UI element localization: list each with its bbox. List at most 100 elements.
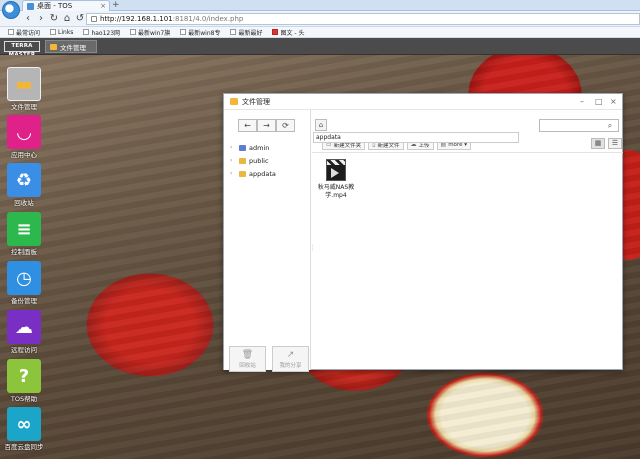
address-bar[interactable]: http://192.168.1.101:8181/4.0/index.php xyxy=(86,13,640,25)
desktop-icon[interactable]: ▬ 文件管理 xyxy=(4,67,44,111)
desktop-icon-label: 控制面板 xyxy=(11,248,37,256)
expand-arrow-icon[interactable]: › xyxy=(230,157,236,164)
bookmark-item[interactable]: hao123网 xyxy=(83,28,120,37)
tree-item-label: public xyxy=(249,156,269,165)
folder-icon xyxy=(230,98,238,105)
undo-icon[interactable]: ↺ xyxy=(74,13,86,25)
bookmark-label: Links xyxy=(58,28,74,36)
terramaster-logo[interactable]: TERRA MASTER xyxy=(4,41,40,58)
app-tile-icon: ≡ xyxy=(7,212,41,246)
forward-arrow-icon[interactable]: → xyxy=(257,119,276,132)
expand-arrow-icon[interactable]: › xyxy=(230,144,236,151)
share-icon: ↗ xyxy=(286,349,295,360)
my-share-button[interactable]: ↗ 我的分享 xyxy=(272,346,309,372)
desktop-icon[interactable]: ♻ 回收站 xyxy=(4,163,44,207)
folder-tree: › admin › public › appdata xyxy=(230,141,276,180)
search-icon[interactable]: ⌕ xyxy=(603,121,617,130)
forward-icon[interactable]: › xyxy=(35,13,47,25)
folder-icon xyxy=(239,157,246,164)
reload-icon[interactable]: ↻ xyxy=(48,13,60,25)
app-tile-icon: ☁ xyxy=(7,310,41,344)
bookmark-label: 最新win7旗 xyxy=(138,29,171,37)
desktop-icon[interactable]: ◡ 应用中心 xyxy=(4,115,44,159)
bookmark-item[interactable]: Links xyxy=(50,29,73,36)
browser-nav-bar: ‹ › ↻ ⌂ ↺ http://192.168.1.101:8181/4.0/… xyxy=(0,11,640,27)
taskbar-file-manager-button[interactable]: 文件管理 xyxy=(45,40,97,53)
bookmark-label: 最新win8专 xyxy=(188,29,221,37)
recycle-bin-button[interactable]: 🗑 回收站 xyxy=(229,346,266,372)
browser-title-bar: 桌面 - TOS × + xyxy=(0,0,640,11)
home-icon[interactable]: ⌂ xyxy=(61,13,73,25)
tab-close-icon[interactable]: × xyxy=(100,2,106,10)
back-icon[interactable]: ‹ xyxy=(22,13,34,25)
maximize-icon[interactable]: □ xyxy=(595,97,603,106)
main-pane: ⌂ ⌕ ▭ 新建文件夹 ▯ 新建文件 ☁ 上传 ▤ more ▾ appdata ▦ ☰ 秋马… xyxy=(312,110,623,370)
tree-item-admin[interactable]: › admin xyxy=(230,141,276,154)
browser-logo-icon[interactable] xyxy=(2,1,20,19)
tos-taskbar: TERRA MASTER 文件管理 xyxy=(0,38,640,58)
view-toggle: ▦ ☰ xyxy=(591,138,622,149)
window-title-bar[interactable]: 文件管理 xyxy=(224,94,622,110)
tree-item-public[interactable]: › public xyxy=(230,154,276,167)
side-button-label: 我的分享 xyxy=(279,362,302,369)
new-tab-button[interactable]: + xyxy=(112,0,120,11)
app-tile-icon: ▬ xyxy=(7,67,41,101)
bookmark-label: 最新最好 xyxy=(238,29,263,37)
bookmark-icon xyxy=(272,29,279,35)
video-file-icon xyxy=(326,159,346,181)
close-icon[interactable]: × xyxy=(610,97,617,106)
app-tile-icon: ◷ xyxy=(7,261,41,295)
side-button-label: 回收站 xyxy=(239,362,256,369)
desktop-icon[interactable]: ◷ 备份管理 xyxy=(4,261,44,305)
refresh-icon[interactable]: ⟳ xyxy=(276,119,295,132)
bookmarks-bar: 最常访问 Links hao123网 最新win7旗 最新win8专 最新最好 图文 - 头 xyxy=(0,27,640,38)
window-title: 文件管理 xyxy=(242,97,270,106)
search-input[interactable]: ⌕ xyxy=(539,119,619,132)
app-tile-icon: ♻ xyxy=(7,163,41,197)
trash-icon: 🗑 xyxy=(241,349,254,360)
bookmark-icon xyxy=(83,29,90,35)
app-tile-icon: ◡ xyxy=(7,115,41,149)
tree-item-label: admin xyxy=(249,143,270,152)
bookmark-item[interactable]: 最新win7旗 xyxy=(130,28,170,37)
bookmark-item[interactable]: 最新最好 xyxy=(230,28,262,37)
sidebar-bottom-buttons: 🗑 回收站 ↗ 我的分享 xyxy=(229,346,309,372)
page-icon xyxy=(91,16,97,22)
back-arrow-icon[interactable]: ← xyxy=(238,119,257,132)
desktop-icon[interactable]: ☁ 远程访问 xyxy=(4,310,44,354)
taskbar-file-manager-label: 文件管理 xyxy=(60,43,86,52)
tree-item-label: appdata xyxy=(249,169,276,178)
bookmark-icon xyxy=(130,29,137,35)
home-folder-icon[interactable]: ⌂ xyxy=(315,119,327,131)
path-input[interactable]: appdata xyxy=(313,132,519,143)
bookmark-label: 最常访问 xyxy=(16,29,41,37)
bookmark-item[interactable]: 图文 - 头 xyxy=(272,28,304,37)
minimize-icon[interactable]: – xyxy=(580,97,584,106)
desktop-icon[interactable]: ∞ 百度云盘同步 xyxy=(4,407,44,451)
tree-item-appdata[interactable]: › appdata xyxy=(230,167,276,180)
desktop-icon-label: 文件管理 xyxy=(11,103,37,111)
list-view-icon[interactable]: ☰ xyxy=(608,138,622,149)
folder-icon xyxy=(239,170,246,177)
desktop-icon[interactable]: ? TOS帮助 xyxy=(4,359,44,403)
browser-tab[interactable]: 桌面 - TOS × xyxy=(22,0,110,11)
bookmark-icon xyxy=(180,29,187,35)
file-manager-window: 文件管理 – □ × ← → ⟳ › admin › public › appdata 🗑… xyxy=(223,93,623,372)
app-tile-icon: ? xyxy=(7,359,41,393)
grid-view-icon[interactable]: ▦ xyxy=(591,138,605,149)
desktop-icon-label: 回收站 xyxy=(14,199,34,207)
sidebar: ← → ⟳ › admin › public › appdata 🗑 回收站 ↗ 我的分享 xyxy=(224,110,311,372)
expand-arrow-icon[interactable]: › xyxy=(230,170,236,177)
main-header: ⌂ ⌕ ▭ 新建文件夹 ▯ 新建文件 ☁ 上传 ▤ more ▾ appdata ▦ ☰ xyxy=(312,110,623,150)
app-tile-icon: ∞ xyxy=(7,407,41,441)
tab-favicon-icon xyxy=(27,2,34,10)
folder-icon xyxy=(239,144,246,151)
url-text: http://192.168.1.101:8181/4.0/index.php xyxy=(100,15,244,23)
bookmark-item[interactable]: 最常访问 xyxy=(8,28,40,37)
bookmark-label: 图文 - 头 xyxy=(280,29,305,37)
desktop-icon[interactable]: ≡ 控制面板 xyxy=(4,212,44,256)
bookmark-label: hao123网 xyxy=(91,29,121,37)
desktop-icon-label: 百度云盘同步 xyxy=(4,443,44,451)
bookmark-item[interactable]: 最新win8专 xyxy=(180,28,220,37)
file-item[interactable]: 秋马威NAS教学.mp4 xyxy=(316,159,356,200)
